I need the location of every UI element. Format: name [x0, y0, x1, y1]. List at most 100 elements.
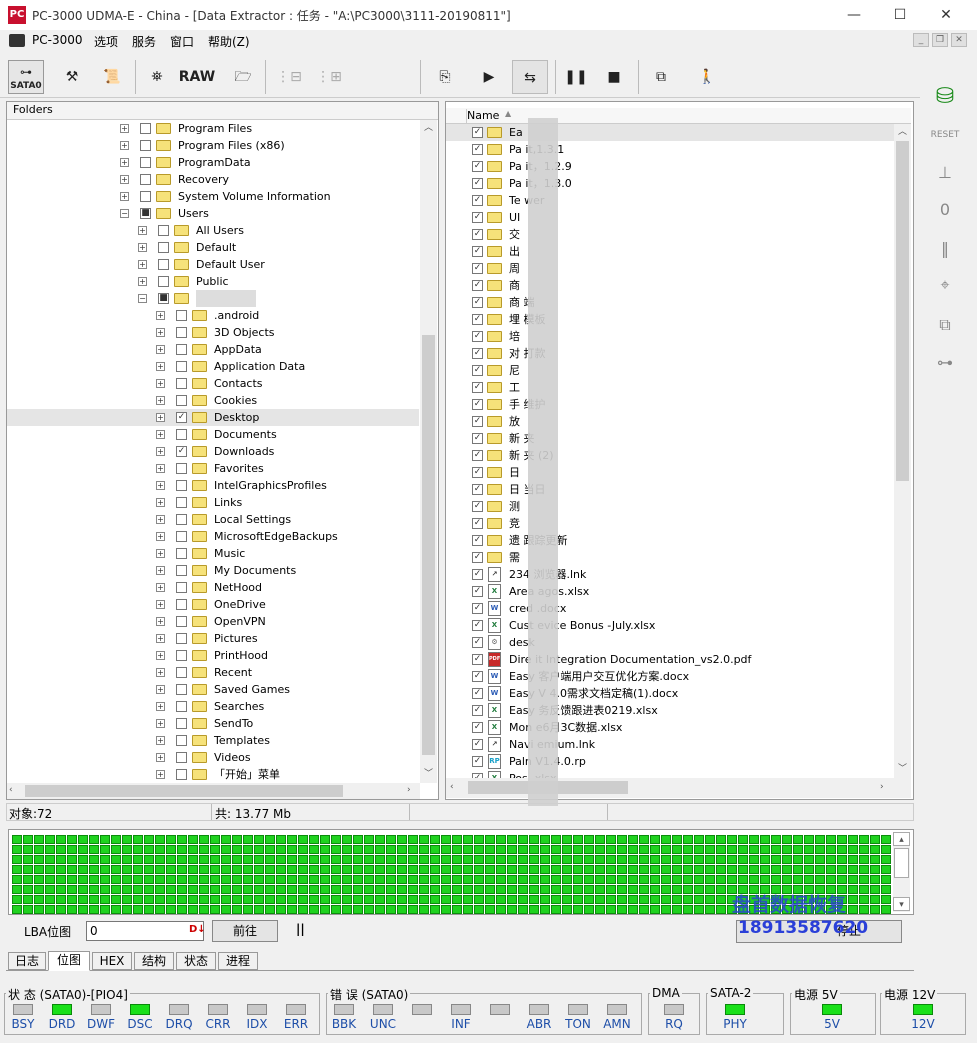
tree-checkbox[interactable] — [176, 378, 187, 389]
file-row[interactable]: ✓ 尼 — [446, 362, 894, 379]
expand-toggle-icon[interactable]: + — [156, 770, 165, 779]
file-checkbox[interactable]: ✓ — [472, 569, 483, 580]
tree-checkbox[interactable] — [176, 565, 187, 576]
mdi-minimize-icon[interactable]: _ — [913, 33, 929, 47]
tree-checkbox[interactable] — [176, 548, 187, 559]
disconnect-icon[interactable]: ⌖ — [928, 270, 962, 300]
menu-service[interactable]: 服务 — [132, 33, 156, 50]
tree-checkbox[interactable] — [176, 480, 187, 491]
expand-toggle-icon[interactable]: + — [156, 532, 165, 541]
tree-row[interactable]: + Music — [7, 545, 419, 562]
file-row[interactable]: ✓ X Area agos.xlsx — [446, 583, 894, 600]
lba-input[interactable]: 0 D↓ — [86, 921, 206, 941]
tree-checkbox[interactable] — [176, 616, 187, 627]
file-row[interactable]: ✓ 日 — [446, 464, 894, 481]
file-row[interactable]: ✓日 当日 — [446, 481, 894, 498]
tree-checkbox[interactable] — [176, 701, 187, 712]
tree-checkbox[interactable] — [176, 514, 187, 525]
file-row[interactable]: ✓ X Mon e6月3C数据.xlsx — [446, 719, 894, 736]
tree-row[interactable]: − ■ — [7, 290, 419, 307]
mdi-close-icon[interactable]: ✕ — [951, 33, 967, 47]
folder-tree[interactable]: + Program Files + Program Files (x86) + Progr… — [7, 120, 419, 783]
file-checkbox[interactable]: ✓ — [472, 246, 483, 257]
file-row[interactable]: ✓ Te wer — [446, 192, 894, 209]
play-icon[interactable]: ▶ — [475, 60, 503, 94]
expand-toggle-icon[interactable]: + — [156, 396, 165, 405]
tree-row[interactable]: + Pictures — [7, 630, 419, 647]
expand-toggle-icon[interactable]: + — [156, 753, 165, 762]
file-checkbox[interactable]: ✓ — [472, 467, 483, 478]
tree-row[interactable]: + Videos — [7, 749, 419, 766]
tree-row[interactable]: + Favorites — [7, 460, 419, 477]
scroll-thumb[interactable] — [422, 335, 435, 755]
connector-icon[interactable]: ⊶ — [928, 348, 962, 378]
file-checkbox[interactable]: ✓ — [472, 552, 483, 563]
expand-toggle-icon[interactable]: + — [156, 702, 165, 711]
tree-row[interactable]: + Searches — [7, 698, 419, 715]
expand-toggle-icon[interactable]: + — [156, 311, 165, 320]
file-row[interactable]: ✓ 商 — [446, 277, 894, 294]
file-checkbox[interactable]: ✓ — [472, 416, 483, 427]
tree-row[interactable]: + System Volume Information — [7, 188, 419, 205]
file-row[interactable]: ✓Pa it,1.3.1 — [446, 141, 894, 158]
file-checkbox[interactable]: ✓ — [472, 501, 483, 512]
lba-dropdown-icon[interactable]: D↓ — [189, 924, 206, 935]
tree-row[interactable]: + Program Files — [7, 120, 419, 137]
file-checkbox[interactable]: ✓ — [472, 637, 483, 648]
file-row[interactable]: ✓ 培 — [446, 328, 894, 345]
file-row[interactable]: ✓ PDF Dire it Integration Documentation_vs… — [446, 651, 894, 668]
stop-icon[interactable]: ■ — [600, 60, 628, 94]
file-row[interactable]: ✓埋 模板 — [446, 311, 894, 328]
windows-icon[interactable]: ⧉ — [646, 60, 676, 94]
bitmap-pause-button[interactable]: || — [296, 922, 305, 936]
tree-checkbox[interactable] — [176, 429, 187, 440]
file-checkbox[interactable]: ✓ — [472, 127, 483, 138]
tree-link-icon[interactable]: ⋮⊞ — [312, 60, 346, 94]
tree-checkbox[interactable] — [176, 684, 187, 695]
file-checkbox[interactable]: ✓ — [472, 195, 483, 206]
file-checkbox[interactable]: ✓ — [472, 263, 483, 274]
tab-3[interactable]: HEX — [92, 952, 132, 970]
tree-checkbox[interactable] — [176, 582, 187, 593]
tab-1[interactable]: 日志 — [8, 952, 46, 970]
expand-toggle-icon[interactable]: + — [156, 515, 165, 524]
expand-toggle-icon[interactable]: + — [156, 634, 165, 643]
file-checkbox[interactable]: ✓ — [472, 433, 483, 444]
tree-checkbox[interactable] — [176, 497, 187, 508]
file-checkbox[interactable]: ✓ — [472, 144, 483, 155]
expand-toggle-icon[interactable]: + — [120, 192, 129, 201]
tree-row[interactable]: + PrintHood — [7, 647, 419, 664]
file-row[interactable]: ✓ ↗ 234 浏览器.lnk — [446, 566, 894, 583]
file-row[interactable]: ✓ 周 — [446, 260, 894, 277]
file-checkbox[interactable]: ✓ — [472, 382, 483, 393]
tree-row[interactable]: + Recovery — [7, 171, 419, 188]
tree-checkbox[interactable]: ✓ — [176, 412, 187, 423]
tree-row[interactable]: + My Documents — [7, 562, 419, 579]
expand-toggle-icon[interactable]: − — [138, 294, 147, 303]
tree-checkbox[interactable] — [176, 735, 187, 746]
tree-row[interactable]: +3D Objects — [7, 324, 419, 341]
expand-toggle-icon[interactable]: + — [138, 260, 147, 269]
file-checkbox[interactable]: ✓ — [472, 161, 483, 172]
tools-icon[interactable]: ⚒ — [58, 60, 86, 94]
file-row[interactable]: ✓ 商 端 — [446, 294, 894, 311]
hscroll-thumb[interactable] — [25, 785, 343, 797]
expand-toggle-icon[interactable]: + — [156, 413, 165, 422]
file-checkbox[interactable]: ✓ — [472, 331, 483, 342]
file-list-scrollbar[interactable]: ︿ ﹀ — [894, 124, 911, 778]
file-checkbox[interactable]: ✓ — [472, 484, 483, 495]
tree-checkbox[interactable] — [176, 327, 187, 338]
expand-toggle-icon[interactable]: − — [120, 209, 129, 218]
tree-checkbox[interactable] — [140, 157, 151, 168]
file-row[interactable]: ✓ X Cust evice Bonus -July.xlsx — [446, 617, 894, 634]
tree-checkbox[interactable] — [140, 123, 151, 134]
folder-tree-hscrollbar[interactable]: ‹ › — [7, 783, 420, 799]
file-checkbox[interactable]: ✓ — [472, 297, 483, 308]
tree-structure-icon[interactable]: ⋮⊟ — [272, 60, 306, 94]
tree-checkbox[interactable] — [176, 633, 187, 644]
tree-row[interactable]: + Cookies — [7, 392, 419, 409]
tree-checkbox[interactable] — [158, 225, 169, 236]
tree-row[interactable]: + Saved Games — [7, 681, 419, 698]
file-row[interactable]: ✓ 放 — [446, 413, 894, 430]
tree-checkbox[interactable]: ■ — [140, 208, 151, 219]
